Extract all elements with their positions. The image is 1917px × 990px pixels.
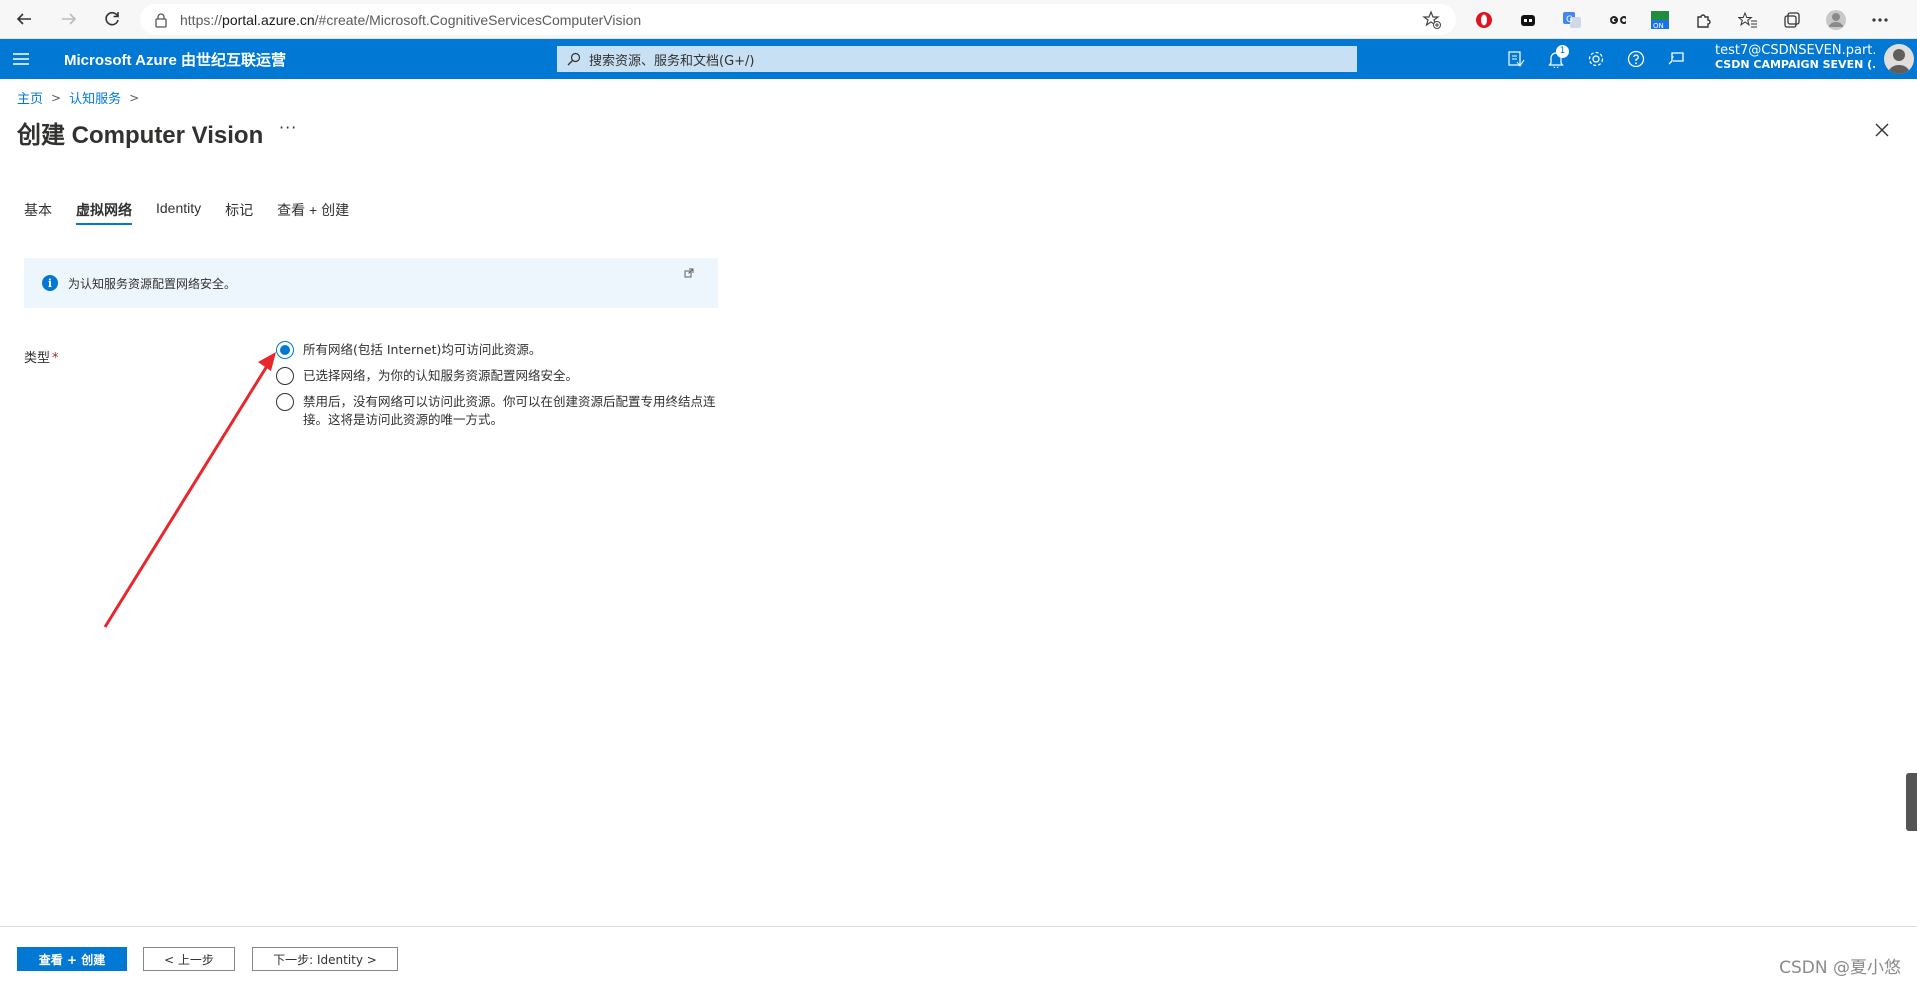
page-title: 创建 Computer Vision xyxy=(17,122,264,149)
avatar[interactable] xyxy=(1884,44,1914,74)
external-link-icon[interactable] xyxy=(684,268,694,278)
more-options-button[interactable]: ··· xyxy=(279,118,297,137)
info-icon: i xyxy=(42,275,58,291)
search-icon xyxy=(567,52,581,66)
type-label: 类型 * xyxy=(24,351,59,366)
required-asterisk: * xyxy=(52,351,59,366)
favorite-add-icon[interactable] xyxy=(1422,10,1442,30)
notifications-button[interactable]: 1 xyxy=(1536,39,1576,79)
directory-filter-button[interactable] xyxy=(1496,39,1536,79)
wizard-footer: 查看 + 创建 < 上一步 下一步: Identity > xyxy=(0,926,1917,990)
account-info[interactable]: test7@CSDNSEVEN.part... CSDN CAMPAIGN SE… xyxy=(1715,43,1875,71)
url-text: https://portal.azure.cn/#create/Microsof… xyxy=(180,11,642,28)
link-extension-icon[interactable] xyxy=(1594,0,1638,39)
favorites-icon[interactable] xyxy=(1726,0,1770,39)
back-arrow-icon xyxy=(16,13,31,25)
radio-option-disabled[interactable]: 禁用后，没有网络可以访问此资源。你可以在创建资源后配置专用终结点连接。这将是访问… xyxy=(276,393,716,429)
next-identity-button[interactable]: 下一步: Identity > xyxy=(252,947,398,971)
radio-label: 禁用后，没有网络可以访问此资源。你可以在创建资源后配置专用终结点连接。这将是访问… xyxy=(303,394,716,427)
tab-virtual-network[interactable]: 虚拟网络 xyxy=(76,200,132,225)
info-text: 为认知服务资源配置网络安全。 xyxy=(68,276,237,291)
side-panel-handle[interactable] xyxy=(1906,773,1917,831)
hamburger-icon xyxy=(13,53,29,65)
settings-button[interactable] xyxy=(1576,39,1616,79)
forward-arrow-icon xyxy=(62,13,77,25)
breadcrumb-separator: > xyxy=(129,90,140,105)
azure-top-bar: Microsoft Azure 由世纪互联运营 搜索资源、服务和文档(G+/) … xyxy=(0,39,1917,79)
collections-icon[interactable] xyxy=(1770,0,1814,39)
brand-title[interactable]: Microsoft Azure 由世纪互联运营 xyxy=(64,49,286,70)
breadcrumb-separator: > xyxy=(51,90,62,105)
notification-badge: 1 xyxy=(1556,45,1569,58)
radio-option-selected-networks[interactable]: 已选择网络，为你的认知服务资源配置网络安全。 xyxy=(276,367,716,385)
feedback-button[interactable] xyxy=(1656,39,1696,79)
refresh-icon xyxy=(105,11,119,26)
lock-icon xyxy=(155,12,167,28)
gear-icon xyxy=(1588,51,1604,67)
account-user: test7@CSDNSEVEN.part... xyxy=(1715,43,1875,58)
directory-filter-icon xyxy=(1508,51,1525,67)
breadcrumb: 主页 > 认知服务 > xyxy=(17,88,147,108)
refresh-button[interactable] xyxy=(92,0,132,39)
previous-button[interactable]: < 上一步 xyxy=(143,947,235,971)
network-type-radio-group: 所有网络(包括 Internet)均可访问此资源。 已选择网络，为你的认知服务资… xyxy=(276,341,716,437)
header-icons: 1 xyxy=(1496,39,1696,79)
portal-menu-button[interactable] xyxy=(0,39,42,79)
tab-basics[interactable]: 基本 xyxy=(24,200,52,225)
radio-button[interactable] xyxy=(276,393,294,411)
svg-text:ON: ON xyxy=(1653,22,1664,30)
user-avatar-icon xyxy=(1888,49,1910,74)
back-button[interactable] xyxy=(4,0,44,39)
radio-label: 已选择网络，为你的认知服务资源配置网络安全。 xyxy=(303,368,579,383)
watermark: CSDN @夏小悠 xyxy=(1779,958,1901,978)
global-search-input[interactable]: 搜索资源、服务和文档(G+/) xyxy=(557,46,1357,72)
address-bar[interactable]: https://portal.azure.cn/#create/Microsof… xyxy=(140,4,1456,35)
tab-review-create[interactable]: 查看 + 创建 xyxy=(277,200,349,225)
extensions-bar: G ON xyxy=(1462,0,1902,39)
radio-label: 所有网络(包括 Internet)均可访问此资源。 xyxy=(303,342,542,357)
feedback-icon xyxy=(1668,52,1684,65)
search-placeholder: 搜索资源、服务和文档(G+/) xyxy=(589,53,755,69)
puzzle-extensions-icon[interactable] xyxy=(1682,0,1726,39)
tab-tags[interactable]: 标记 xyxy=(225,200,253,225)
forward-button[interactable] xyxy=(49,0,89,39)
radio-button-checked[interactable] xyxy=(276,341,294,359)
info-banner: i 为认知服务资源配置网络安全。 xyxy=(24,258,718,308)
review-create-button[interactable]: 查看 + 创建 xyxy=(17,947,127,971)
breadcrumb-home[interactable]: 主页 xyxy=(17,88,43,107)
on-extension-icon[interactable]: ON xyxy=(1638,0,1682,39)
help-icon xyxy=(1627,50,1645,68)
tab-identity[interactable]: Identity xyxy=(156,200,201,225)
opera-extension-icon[interactable] xyxy=(1462,0,1506,39)
cookie-extension-icon[interactable] xyxy=(1506,0,1550,39)
radio-option-all-networks[interactable]: 所有网络(包括 Internet)均可访问此资源。 xyxy=(276,341,716,359)
radio-button[interactable] xyxy=(276,367,294,385)
account-directory: CSDN CAMPAIGN SEVEN (... xyxy=(1715,58,1875,71)
browser-toolbar: https://portal.azure.cn/#create/Microsof… xyxy=(0,0,1917,39)
close-icon[interactable] xyxy=(1870,118,1894,142)
annotation-arrow xyxy=(103,352,276,628)
browser-menu-icon[interactable] xyxy=(1858,0,1902,39)
help-button[interactable] xyxy=(1616,39,1656,79)
svg-text:G: G xyxy=(1566,15,1573,25)
wizard-tabs: 基本 虚拟网络 Identity 标记 查看 + 创建 xyxy=(24,200,373,225)
arrow-shaft xyxy=(103,365,269,628)
translate-extension-icon[interactable]: G xyxy=(1550,0,1594,39)
arrow-head xyxy=(258,352,276,371)
profile-avatar-icon[interactable] xyxy=(1814,0,1858,39)
breadcrumb-cognitive-services[interactable]: 认知服务 xyxy=(69,88,121,107)
